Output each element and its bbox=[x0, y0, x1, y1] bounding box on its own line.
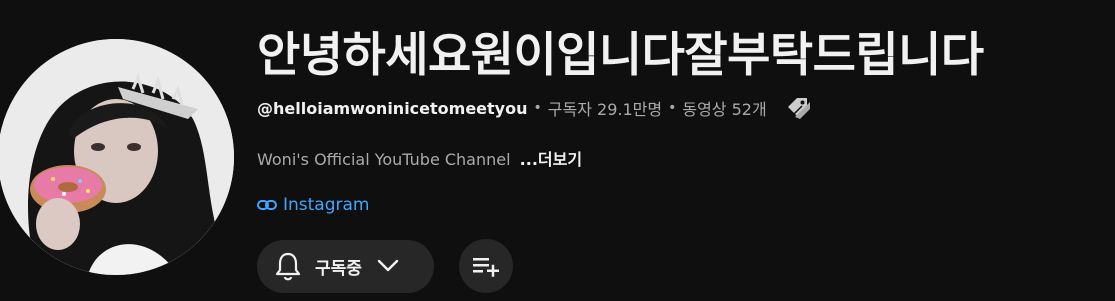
bell-icon bbox=[273, 250, 303, 282]
chevron-down-icon bbox=[376, 258, 400, 274]
instagram-link[interactable]: Instagram bbox=[257, 195, 370, 215]
add-to-playlist-button[interactable] bbox=[459, 239, 513, 293]
subscriber-count: 구독자 29.1만명 bbox=[547, 100, 663, 119]
channel-description-row[interactable]: Woni's Official YouTube Channel ...더보기 bbox=[257, 146, 582, 170]
meta-separator: • bbox=[533, 100, 542, 116]
link-label: Instagram bbox=[283, 195, 370, 215]
avatar-image bbox=[0, 39, 234, 275]
link-icon bbox=[257, 198, 277, 212]
channel-meta: @helloiamwoninicetomeetyou • 구독자 29.1만명 … bbox=[257, 96, 815, 120]
subscribe-label: 구독중 bbox=[315, 258, 362, 279]
subscribe-button[interactable]: 구독중 bbox=[257, 239, 434, 293]
channel-description: Woni's Official YouTube Channel bbox=[257, 150, 511, 169]
meta-separator: • bbox=[668, 100, 677, 116]
channel-actions: 구독중 bbox=[257, 239, 513, 293]
channel-header: 안녕하세요원이입니다잘부탁드립니다 @helloiamwoninicetomee… bbox=[0, 0, 1115, 301]
playlist-add-icon bbox=[473, 258, 499, 277]
channel-avatar[interactable] bbox=[0, 39, 234, 275]
video-count: 동영상 52개 bbox=[682, 100, 767, 119]
more-link[interactable]: ...더보기 bbox=[520, 150, 582, 169]
channel-title: 안녕하세요원이입니다잘부탁드립니다 bbox=[257, 28, 984, 83]
channel-handle: @helloiamwoninicetomeetyou bbox=[257, 98, 528, 118]
tag-icon[interactable] bbox=[785, 95, 815, 121]
